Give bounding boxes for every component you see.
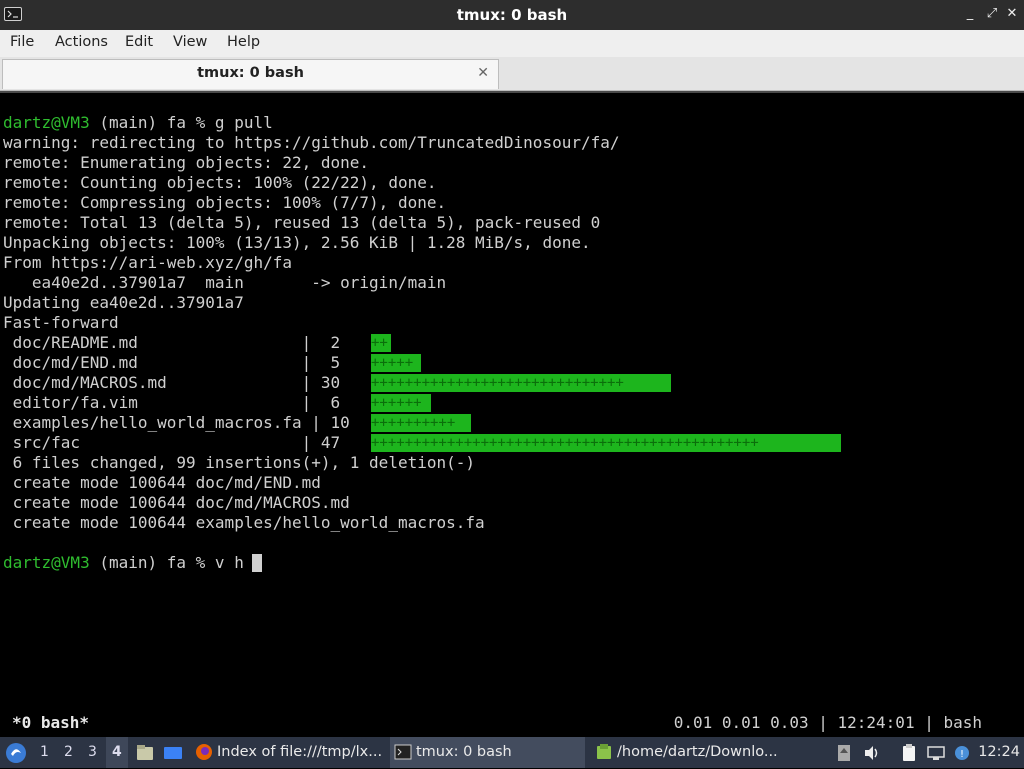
output-line: remote: Total 13 (delta 5), reused 13 (d… <box>3 213 601 232</box>
tab-label: tmux: 0 bash <box>197 65 304 81</box>
prompt-user: dartz@VM3 <box>3 113 90 132</box>
terminal-area[interactable]: dartz@VM3 (main) fa % g pull warning: re… <box>0 91 1024 737</box>
prompt-command: (main) fa % v h <box>89 553 244 572</box>
prompt-line: dartz@VM3 (main) fa % v h <box>3 553 244 573</box>
network-icon[interactable] <box>926 743 946 763</box>
output-line: remote: Compressing objects: 100% (7/7),… <box>3 193 447 212</box>
window-title: tmux: 0 bash <box>456 6 568 24</box>
task-label: Index of file:///tmp/lx... <box>217 744 383 760</box>
tmux-status-info: 0.01 0.01 0.03 | 12:24:01 | bash <box>673 713 982 732</box>
workspace-4[interactable]: 4 <box>112 744 122 760</box>
prompt-command: (main) fa % g pull <box>89 113 273 132</box>
workspace-2[interactable]: 2 <box>64 744 73 760</box>
taskbar: 1 2 3 4 Index of file:///tmp/lx... tmux:… <box>0 737 1024 768</box>
prompt-line: dartz@VM3 (main) fa % g pull <box>3 113 273 133</box>
task-label: tmux: 0 bash <box>416 744 512 760</box>
update-notifier-icon[interactable]: ! <box>952 743 972 763</box>
terminal-icon <box>394 744 412 760</box>
output-line: Unpacking objects: 100% (13/13), 2.56 Ki… <box>3 233 591 252</box>
start-menu-icon[interactable] <box>4 741 28 765</box>
tab-close-icon[interactable]: ✕ <box>477 65 489 81</box>
task-terminal[interactable]: tmux: 0 bash <box>390 737 585 768</box>
diffstat-bar: ++++++++++++++++++++++++++++++++++++++++… <box>371 434 841 452</box>
output-line: warning: redirecting to https://github.c… <box>3 133 620 152</box>
workspace-3[interactable]: 3 <box>88 744 97 760</box>
workspace-1[interactable]: 1 <box>40 744 49 760</box>
tmux-status-window: *0 bash* <box>12 713 90 732</box>
minimize-button[interactable]: _ <box>962 6 978 22</box>
menu-file[interactable]: File <box>10 34 34 50</box>
summary-line: create mode 100644 doc/md/END.md <box>3 473 321 492</box>
summary-line: create mode 100644 examples/hello_world_… <box>3 513 485 532</box>
menu-actions[interactable]: Actions <box>55 34 108 50</box>
clock[interactable]: 12:24 <box>978 737 1020 768</box>
eject-icon[interactable] <box>834 743 854 763</box>
menu-bar: File Actions Edit View Help <box>0 30 1024 58</box>
diffstat-bar: ++++++++++++++++++++++++++++++ <box>371 374 671 392</box>
folder-icon <box>597 744 611 759</box>
diffstat-bar: ++ <box>371 334 391 352</box>
diffstat-line: examples/hello_world_macros.fa | 10 <box>3 413 360 432</box>
summary-line: 6 files changed, 99 insertions(+), 1 del… <box>3 453 476 472</box>
task-file-manager[interactable]: /home/dartz/Downlo... <box>591 737 786 768</box>
file-manager-launcher-icon[interactable] <box>135 743 155 763</box>
diffstat-line: doc/README.md | 2 <box>3 333 350 352</box>
menu-edit[interactable]: Edit <box>125 34 153 50</box>
output-line: remote: Enumerating objects: 22, done. <box>3 153 370 172</box>
diffstat-line: doc/md/END.md | 5 <box>3 353 350 372</box>
diffstat-line: src/fac | 47 <box>3 433 350 452</box>
diffstat-line: editor/fa.vim | 6 <box>3 393 350 412</box>
clipboard-icon[interactable] <box>899 743 919 763</box>
output-line: From https://ari-web.xyz/gh/fa <box>3 253 292 272</box>
diffstat-bar: ++++++++++ <box>371 414 471 432</box>
tab-tmux-bash[interactable]: tmux: 0 bash ✕ <box>2 59 499 89</box>
output-line: remote: Counting objects: 100% (22/22), … <box>3 173 437 192</box>
output-line: Updating ea40e2d..37901a7 <box>3 293 244 312</box>
menu-view[interactable]: View <box>173 34 207 50</box>
firefox-icon <box>196 744 212 760</box>
text-cursor <box>252 554 262 572</box>
diffstat-bar: ++++++ <box>371 394 431 412</box>
diffstat-line: doc/md/MACROS.md | 30 <box>3 373 350 392</box>
task-firefox[interactable]: Index of file:///tmp/lx... <box>191 737 384 768</box>
menu-help[interactable]: Help <box>227 34 260 50</box>
diffstat-bar: +++++ <box>371 354 421 372</box>
close-button[interactable]: ✕ <box>1004 6 1020 22</box>
maximize-button[interactable]: ⤢ <box>984 6 1000 22</box>
prompt-user: dartz@VM3 <box>3 553 90 572</box>
tab-bar: tmux: 0 bash ✕ <box>0 57 1024 91</box>
svg-text:!: ! <box>960 749 964 760</box>
output-line: Fast-forward <box>3 313 119 332</box>
task-label: /home/dartz/Downlo... <box>617 744 778 760</box>
volume-icon[interactable] <box>862 743 882 763</box>
desktop-launcher-icon[interactable] <box>163 743 183 763</box>
summary-line: create mode 100644 doc/md/MACROS.md <box>3 493 350 512</box>
window-titlebar[interactable]: tmux: 0 bash _ ⤢ ✕ <box>0 0 1024 30</box>
output-line: ea40e2d..37901a7 main -> origin/main <box>3 273 447 292</box>
